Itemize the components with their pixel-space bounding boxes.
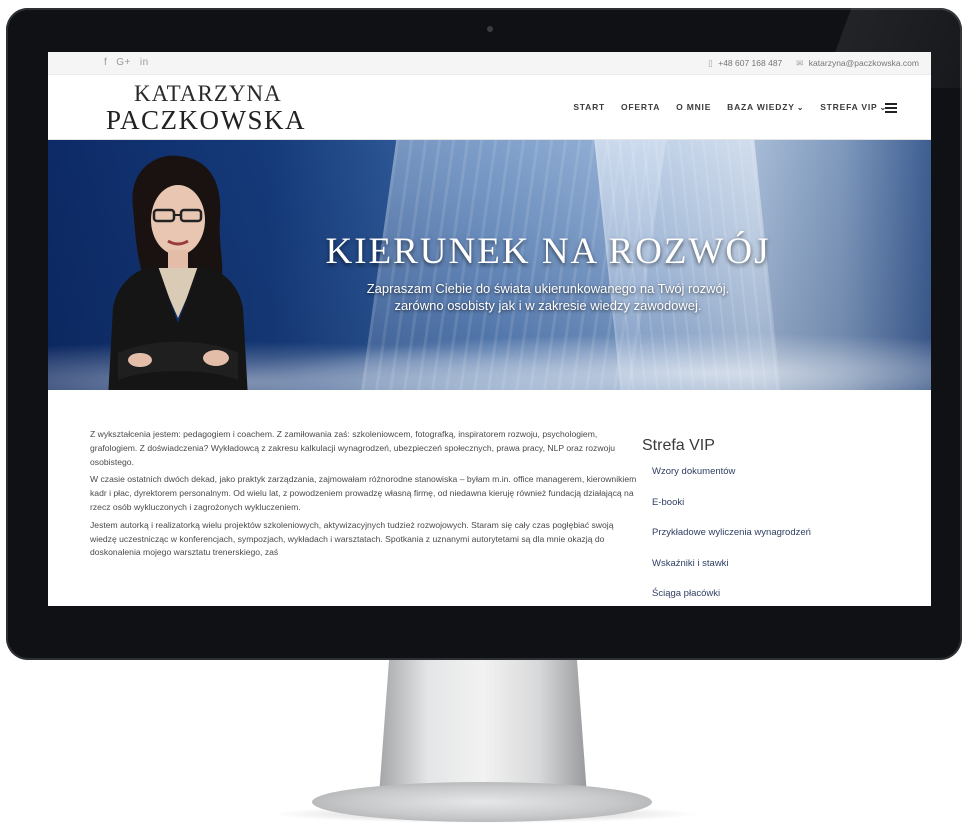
sidebar-link-e-booki[interactable]: E-booki (652, 496, 902, 527)
webcam (487, 26, 493, 32)
sidebar-link-sciaga-placowki[interactable]: Ściąga płacówki (652, 587, 902, 606)
about-paragraph-1: Z wykształcenia jestem: pedagogiem i coa… (90, 429, 616, 467)
logo-first-name[interactable]: KATARZYNA (134, 81, 282, 107)
sidebar-link-wyliczenia-wynagrodzen[interactable]: Przykładowe wyliczenia wynagrodzeń (652, 526, 902, 557)
google-plus-icon[interactable]: G+ (116, 57, 131, 68)
social-links: f G+ in (104, 57, 149, 68)
nav-strefa-vip-label: STREFA VIP (820, 102, 878, 112)
hero-portrait (108, 155, 248, 390)
logo-last-name[interactable]: PACZKOWSKA (106, 105, 306, 136)
email-address: katarzyna@paczkowska.com (808, 58, 919, 68)
top-bar: f G+ in ▯ +48 607 168 487 ✉ katarzyna@pa… (48, 52, 931, 75)
phone-contact[interactable]: ▯ +48 607 168 487 (708, 58, 782, 69)
nav-o-mnie-label: O MNIE (676, 102, 712, 112)
nav-o-mnie[interactable]: O MNIE (676, 102, 711, 112)
nav-baza-wiedzy[interactable]: BAZA WIEDZY ⌄ (727, 102, 804, 112)
about-paragraph-2: W czasie ostatnich dwóch dekad, jako pra… (90, 474, 637, 512)
nav-oferta[interactable]: OFERTA (621, 102, 660, 112)
hamburger-icon[interactable] (885, 103, 897, 113)
mail-icon: ✉ (796, 58, 804, 68)
about-paragraph-3: Jestem autorką i realizatorką wielu proj… (90, 519, 614, 558)
facebook-icon[interactable]: f (104, 57, 107, 68)
monitor-base (312, 782, 652, 822)
sidebar-link-wskazniki-i-stawki[interactable]: Wskaźniki i stawki (652, 557, 902, 588)
monitor-stand (378, 650, 588, 800)
linkedin-icon[interactable]: in (140, 57, 149, 68)
nav-baza-wiedzy-label: BAZA WIEDZY (727, 102, 795, 112)
about-text: Z wykształcenia jestem: pedagogiem i coa… (90, 428, 638, 564)
chevron-down-icon: ⌄ (796, 102, 805, 112)
main-nav: START OFERTA O MNIE BAZA WIEDZY ⌄ STREFA … (573, 102, 887, 112)
sidebar-link-wzory-dokumentow[interactable]: Wzory dokumentów (652, 465, 902, 496)
website-screen: f G+ in ▯ +48 607 168 487 ✉ katarzyna@pa… (48, 52, 931, 606)
email-contact[interactable]: ✉ katarzyna@paczkowska.com (796, 58, 919, 69)
nav-strefa-vip[interactable]: STREFA VIP ⌄ (820, 102, 887, 112)
sidebar-links: Wzory dokumentów E-booki Przykładowe wyl… (642, 465, 902, 606)
hero-subtitle-line-1: Zapraszam Ciebie do świata ukierunkowane… (366, 281, 730, 296)
nav-start[interactable]: START (573, 102, 605, 112)
phone-number: +48 607 168 487 (718, 58, 783, 68)
sidebar-title: Strefa VIP (642, 437, 715, 454)
hero-title: KIERUNEK NA ROZWÓJ (325, 231, 771, 272)
nav-oferta-label: OFERTA (621, 102, 661, 112)
contact-info: ▯ +48 607 168 487 ✉ katarzyna@paczkowska… (708, 58, 919, 69)
hero-subtitle-line-2: zarówno osobisty jak i w zakresie wiedzy… (394, 298, 702, 313)
phone-icon: ▯ (708, 58, 713, 68)
hero-subtitle: Zapraszam Ciebie do świata ukierunkowane… (288, 280, 808, 314)
nav-start-label: START (573, 102, 606, 112)
site-header: KATARZYNA PACZKOWSKA START OFERTA O MNIE… (48, 75, 931, 140)
sidebar-vip: Strefa VIP Wzory dokumentów E-booki Przy… (642, 437, 902, 606)
hero-banner: KIERUNEK NA ROZWÓJ Zapraszam Ciebie do ś… (48, 140, 931, 390)
